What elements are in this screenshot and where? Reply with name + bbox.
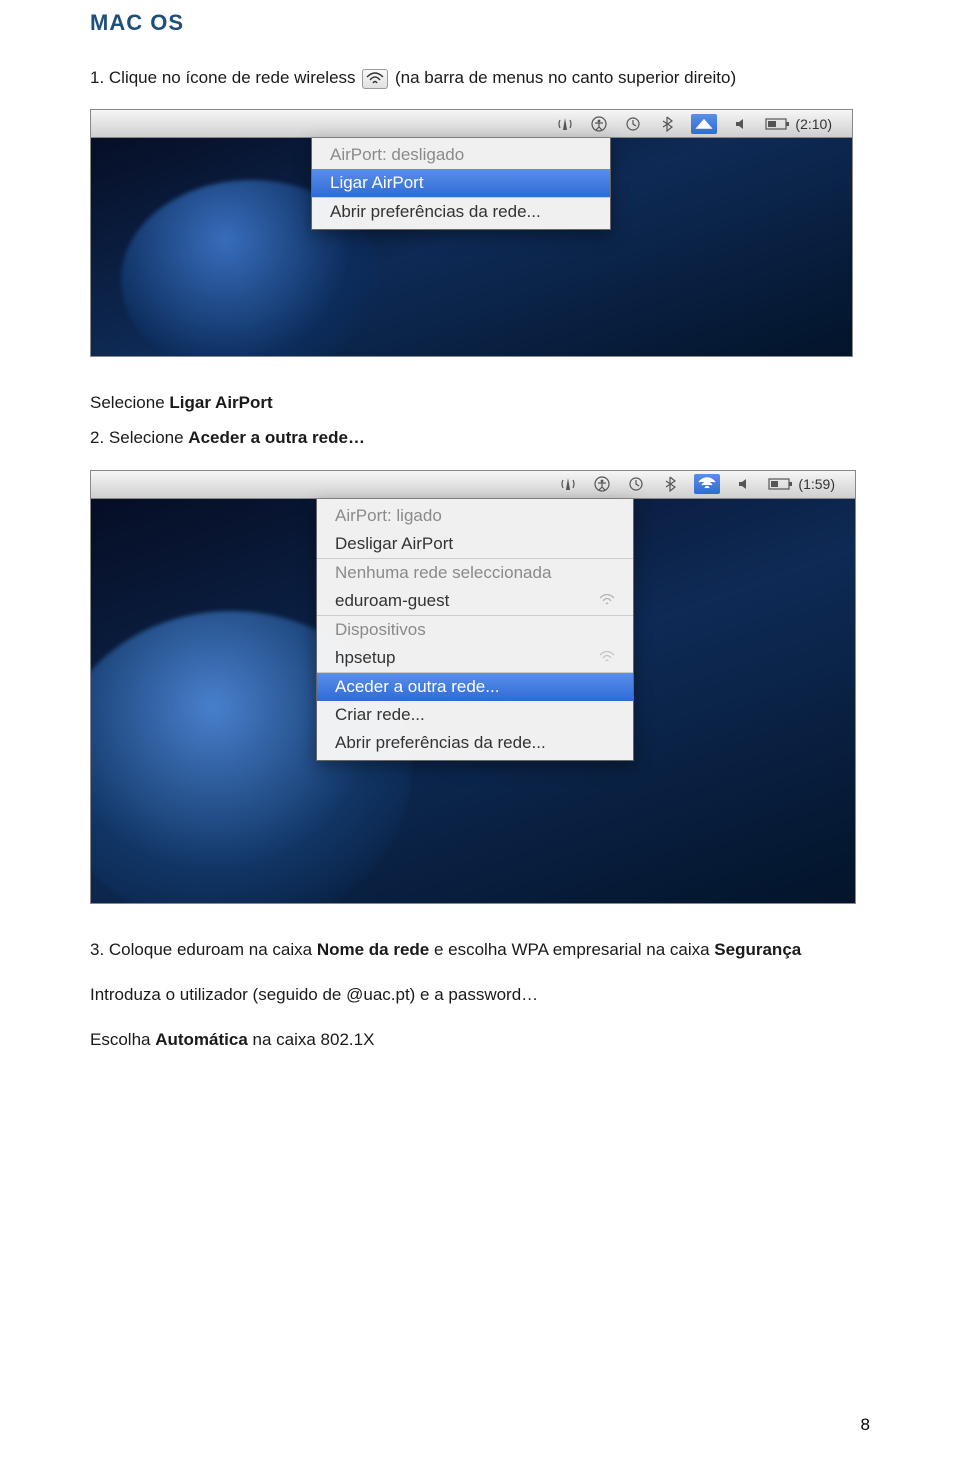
drop1-ligar[interactable]: Ligar AirPort: [312, 169, 610, 197]
t: Escolha: [90, 1030, 155, 1049]
drop2-devhead: Dispositivos: [317, 615, 633, 644]
t: e escolha WPA empresarial na caixa: [429, 940, 714, 959]
step1-text: 1. Clique no ícone de rede wireless (na …: [90, 64, 870, 91]
antenna-icon: [555, 114, 575, 134]
menubar1-time: (2:10): [795, 116, 832, 132]
step1-post: (na barra de menus no canto superior dir…: [395, 68, 736, 87]
drop1-status: AirPort: desligado: [312, 141, 610, 169]
drop2-dev1-label: hpsetup: [335, 648, 396, 668]
accessibility-icon: [592, 474, 612, 494]
mid1: Selecione Ligar AirPort: [90, 389, 870, 416]
drop2-nosel: Nenhuma rede seleccionada: [317, 558, 633, 587]
wifi-signal-icon: [599, 648, 615, 668]
t: Automática: [155, 1030, 248, 1049]
t: 3. Coloque eduroam na caixa: [90, 940, 317, 959]
accessibility-icon: [589, 114, 609, 134]
screenshot-1: (2:10) AirPort: desligado Ligar AirPort …: [90, 109, 853, 357]
step3-line3: Escolha Automática na caixa 802.1X: [90, 1026, 870, 1053]
page-number: 8: [861, 1415, 870, 1435]
step2: 2. Selecione Aceder a outra rede…: [90, 424, 870, 451]
t: Nome da rede: [317, 940, 429, 959]
t: Segurança: [714, 940, 801, 959]
step2-bold: Aceder a outra rede…: [188, 428, 365, 447]
bluetooth-icon: [657, 114, 677, 134]
drop2-dev1[interactable]: hpsetup: [317, 644, 633, 672]
drop1-prefs[interactable]: Abrir preferências da rede...: [312, 197, 610, 226]
drop2-aceder[interactable]: Aceder a outra rede...: [317, 672, 633, 701]
airport-dropdown-1: AirPort: desligado Ligar AirPort Abrir p…: [311, 138, 611, 230]
mid1-pre: Selecione: [90, 393, 169, 412]
battery-indicator: (1:59): [768, 476, 835, 492]
timemachine-icon: [623, 114, 643, 134]
t: na caixa 802.1X: [248, 1030, 375, 1049]
drop2-net1[interactable]: eduroam-guest: [317, 587, 633, 615]
drop2-net1-label: eduroam-guest: [335, 591, 449, 611]
menubar2-time: (1:59): [798, 476, 835, 492]
step3-line1: 3. Coloque eduroam na caixa Nome da rede…: [90, 936, 870, 963]
wifi-menubar-icon[interactable]: [694, 474, 720, 494]
drop2-status: AirPort: ligado: [317, 502, 633, 530]
bluetooth-icon: [660, 474, 680, 494]
step2-pre: 2. Selecione: [90, 428, 188, 447]
timemachine-icon: [626, 474, 646, 494]
airport-dropdown-2: AirPort: ligado Desligar AirPort Nenhuma…: [316, 499, 634, 761]
page-heading: MAC OS: [90, 10, 870, 36]
step3-line2: Introduza o utilizador (seguido de @uac.…: [90, 981, 870, 1008]
antenna-icon: [558, 474, 578, 494]
menubar-2: (1:59): [91, 471, 855, 499]
wifi-menubar-icon[interactable]: [691, 114, 717, 134]
drop2-desligar[interactable]: Desligar AirPort: [317, 530, 633, 558]
battery-indicator: (2:10): [765, 116, 832, 132]
drop2-prefs[interactable]: Abrir preferências da rede...: [317, 729, 633, 757]
drop2-criar[interactable]: Criar rede...: [317, 701, 633, 729]
volume-icon: [731, 114, 751, 134]
step1-pre: 1. Clique no ícone de rede wireless: [90, 68, 356, 87]
wifi-inline-icon: [362, 69, 388, 89]
mid1-bold: Ligar AirPort: [169, 393, 272, 412]
menubar-1: (2:10): [91, 110, 852, 138]
volume-icon: [734, 474, 754, 494]
screenshot-2: (1:59) AirPort: ligado Desligar AirPort …: [90, 470, 856, 904]
wifi-signal-icon: [599, 591, 615, 611]
